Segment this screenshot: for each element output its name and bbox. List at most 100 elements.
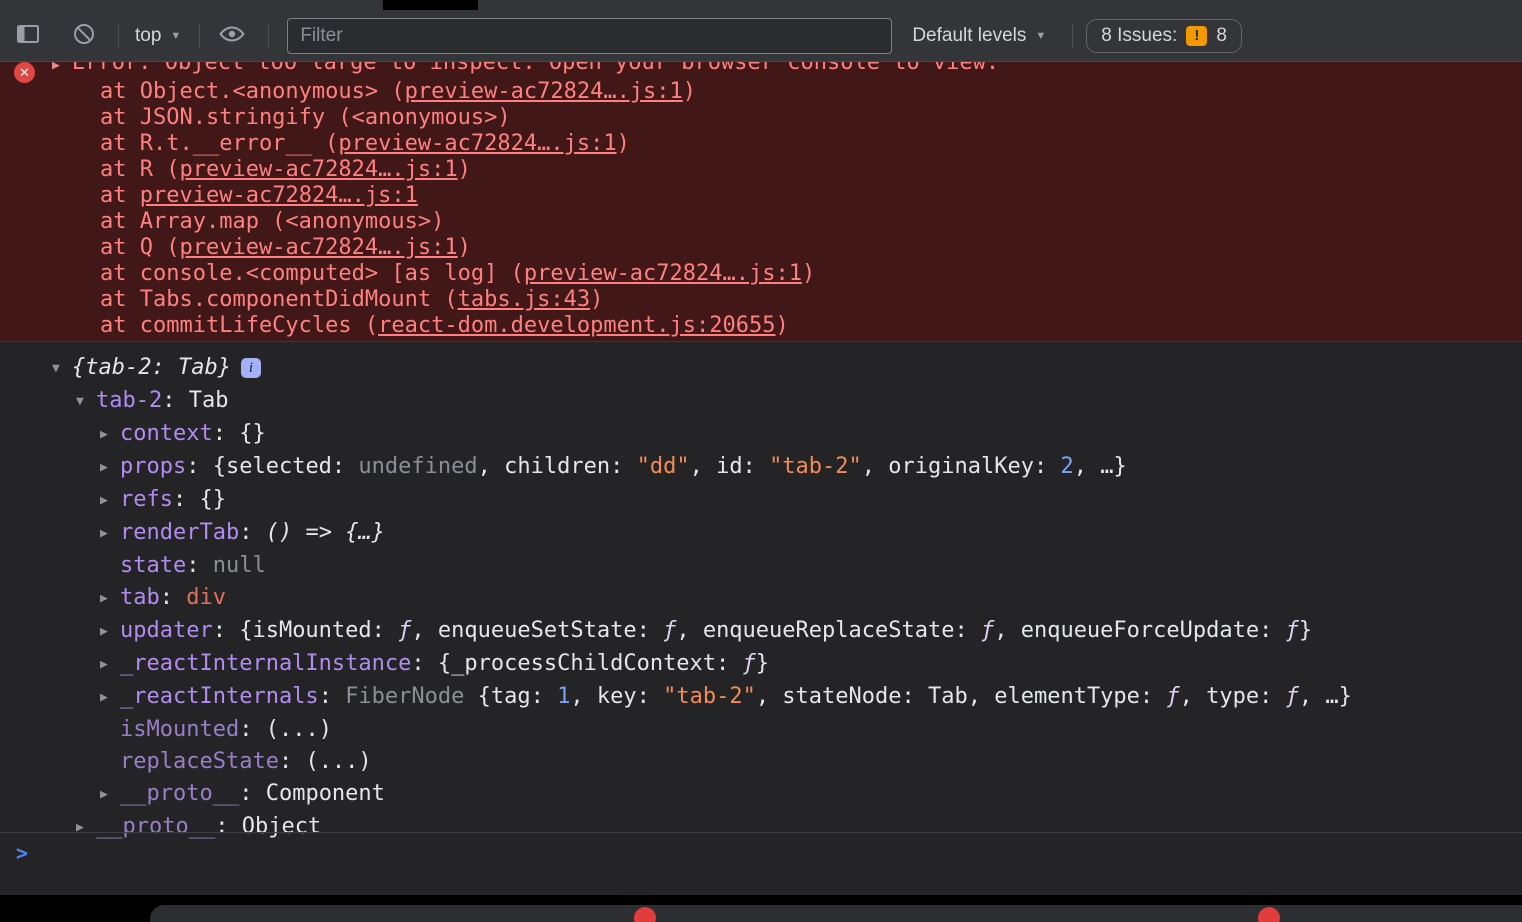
source-link[interactable]: preview-ac72824….js:1 [179,157,457,182]
value-segment: FiberNode [345,684,478,709]
expand-triangle-icon[interactable]: ▶ [100,583,120,615]
value-segment: , type: [1179,684,1286,709]
stack-frame: at Object.<anonymous> (preview-ac72824….… [0,79,1522,105]
value-segment: : [239,520,266,545]
stack-frame-text: ) [802,261,816,286]
value-segment: , id: [689,454,770,479]
devtools-console-panel: top ▼ Default levels ▼ 8 Issues: ! 8 [0,0,1522,922]
stack-frame: at Q (preview-ac72824….js:1) [0,235,1522,261]
value-segment: : [159,585,187,610]
source-link[interactable]: preview-ac72824….js:1 [140,183,418,208]
expand-triangle-icon[interactable]: ▶ [100,682,120,714]
object-tree-row[interactable]: ▶ __proto__: Component [0,778,1522,811]
expand-triangle-icon[interactable]: ▶ [100,649,120,681]
value-segment: "tab-2" [663,684,756,709]
source-link[interactable]: preview-ac72824….js:1 [405,79,683,104]
value-segment: refs [120,487,173,512]
object-tree-row[interactable]: ▶ refs: {} [0,484,1522,517]
source-link[interactable]: react-dom.development.js:20655 [378,313,775,338]
background-window-top-edge [150,905,1522,922]
property-content: refs: {} [120,487,226,512]
stack-frame-text: at Tabs.componentDidMount ( [100,287,458,312]
log-levels-selector[interactable]: Default levels ▼ [912,25,1046,47]
console-sidebar-toggle-button[interactable] [14,22,42,50]
object-tree-row[interactable]: ▶ tab: div [0,582,1522,615]
console-error-group: ✕ ▶ Error: Object too large to inspect. O… [0,62,1522,342]
object-tree-row: state: null [0,550,1522,582]
stack-frame: at JSON.stringify (<anonymous>) [0,105,1522,131]
expand-triangle-icon[interactable]: ▼ [52,353,72,385]
value-segment: _reactInternals [120,684,319,709]
value-segment: ƒ [1285,618,1299,643]
stack-frame-text: ) [775,313,789,338]
expand-triangle-icon[interactable]: ▶ [100,485,120,517]
object-tree-row[interactable]: ▶ updater: {isMounted: ƒ, enqueueSetState… [0,615,1522,648]
value-segment: tab [120,585,160,610]
property-content: {tab-2: Tab} i [72,355,261,380]
issues-warning-icon: ! [1186,25,1208,46]
value-segment: 1 [557,684,571,709]
source-link[interactable]: preview-ac72824….js:1 [524,261,802,286]
value-segment: undefined [358,454,478,479]
object-tree-row[interactable]: ▶ props: {selected: undefined, children: … [0,451,1522,484]
value-segment: : {_processChildContext: [411,651,743,676]
value-segment: , enqueueReplaceState: [676,618,981,643]
expand-triangle-icon[interactable]: ▶ [100,452,120,484]
value-segment: ƒ [742,651,756,676]
value-segment: , …} [1073,454,1127,479]
source-link[interactable]: preview-ac72824….js:1 [338,131,616,156]
property-content: updater: {isMounted: ƒ, enqueueSetState:… [120,618,1312,643]
logged-object-tree: ▼ {tab-2: Tab} i ▼ tab-2: Tab ▶ context: {} … [0,342,1522,839]
object-tree-row[interactable]: ▼ tab-2: Tab [0,385,1522,418]
expand-triangle-icon[interactable]: ▶ [100,779,120,811]
object-tree-row[interactable]: ▶ _reactInternals: FiberNode {tag: 1, key… [0,681,1522,714]
error-message-row[interactable]: ▶ Error: Object too large to inspect. Ope… [0,62,1522,79]
object-tree-row[interactable]: ▼ {tab-2: Tab} i [0,352,1522,385]
value-segment: context [120,421,213,446]
live-expression-button[interactable] [218,22,246,50]
value-segment: : Tab [162,388,229,413]
sidebar-icon [15,21,41,50]
filter-input[interactable] [287,17,893,54]
value-segment: {tab-2: Tab} [72,355,231,380]
expand-triangle-icon[interactable]: ▼ [76,386,96,418]
stack-frame-text: at R.t.__error__ ( [100,131,339,156]
console-prompt[interactable]: > [0,832,1522,895]
value-segment: updater [120,618,213,643]
stack-trace: at Object.<anonymous> (preview-ac72824….… [0,79,1522,339]
property-content: context: {} [120,421,266,446]
object-tree-row[interactable]: ▶ context: {} [0,418,1522,451]
expand-triangle-icon[interactable]: ▶ [100,518,120,550]
red-dot-indicator [1258,907,1280,922]
stack-frame: at Array.map (<anonymous>) [0,209,1522,235]
expand-triangle-icon[interactable]: ▶ [100,616,120,648]
value-segment: tab-2 [96,388,163,413]
value-segment: "dd" [636,454,690,479]
value-segment: , key: [570,684,664,709]
expand-triangle-icon[interactable]: ▶ [52,62,72,79]
value-segment: : {selected: [186,454,359,479]
property-content: _reactInternalInstance: {_processChildCo… [120,651,769,676]
expand-triangle-icon[interactable]: ▶ [100,419,120,451]
object-tree-row[interactable]: ▶ _reactInternalInstance: {_processChildC… [0,648,1522,681]
value-segment: , enqueueForceUpdate: [994,618,1286,643]
source-link[interactable]: tabs.js:43 [458,287,590,312]
log-levels-label: Default levels [912,24,1027,46]
object-tree-row: replaceState: (...) [0,746,1522,778]
issues-button[interactable]: 8 Issues: ! 8 [1086,18,1242,53]
value-segment: , enqueueSetState: [411,618,664,643]
value-segment: ƒ [398,618,412,643]
value-segment: : {} [172,487,226,512]
value-segment: "tab-2" [769,454,862,479]
page-behind-area [0,895,1522,922]
value-segment: replaceState [120,749,279,774]
source-link[interactable]: preview-ac72824….js:1 [179,235,457,260]
stack-frame: at R.t.__error__ (preview-ac72824….js:1) [0,131,1522,157]
value-segment: , stateNode: Tab, elementType: [755,684,1167,709]
object-tree-row[interactable]: ▶ renderTab: () => {…} [0,517,1522,550]
stack-frame: at preview-ac72824….js:1 [0,183,1522,209]
value-segment: , originalKey: [861,454,1061,479]
stack-frame-text: at JSON.stringify (<anonymous>) [100,105,511,130]
clear-console-button[interactable] [70,22,98,50]
frame-context-selector[interactable]: top ▼ [135,25,181,47]
